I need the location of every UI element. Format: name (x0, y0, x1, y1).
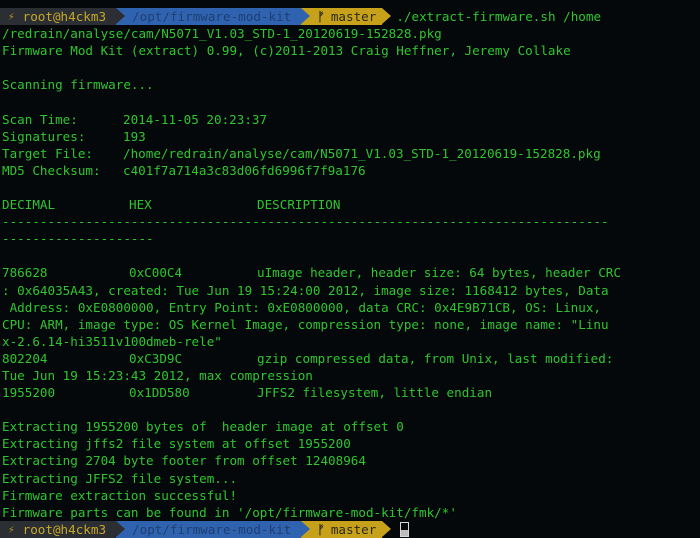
scanning-line: Scanning firmware... (2, 77, 154, 93)
scan-info-key: MD5 Checksum: (2, 162, 101, 178)
extract-line: Extracting jffs2 file system at offset 1… (2, 436, 351, 452)
segment-arrow-icon (116, 520, 126, 537)
scan-info-row: Target File: /home/redrain/analyse/cam/N5… (2, 145, 700, 162)
banner-line: Firmware Mod Kit (extract) 0.99, (c)2011… (2, 43, 571, 59)
prompt-user-segment: ⚡ root@h4ckm3 (0, 520, 126, 538)
row-wrap-line: : 0x64035A43, created: Tue Jun 19 15:24:… (2, 282, 609, 298)
row-description: gzip compressed data, from Unix, last mo… (257, 350, 614, 366)
row-wrap-line: Address: 0xE0800000, Entry Point: 0xE080… (2, 299, 601, 315)
segment-arrow-icon (382, 8, 392, 25)
prompt-cwd: /opt/firmware-mod-kit (132, 9, 292, 24)
header-description: DESCRIPTION (257, 197, 341, 213)
extract-line: Firmware extraction successful! (2, 487, 238, 503)
table-row: 802204 0xC3D9C gzip compressed data, from … (2, 350, 700, 367)
scan-info-value: /home/redrain/analyse/cam/N5071_V1.03_ST… (123, 145, 601, 161)
extract-line: Extracting 2704 byte footer from offset … (2, 453, 366, 469)
row-wrap-line: CPU: ARM, image type: OS Kernel Image, c… (2, 316, 609, 332)
scan-info-key: Signatures: (2, 128, 86, 144)
row-hex: 0x1DD580 (129, 385, 190, 401)
extract-line: Firmware parts can be found in '/opt/fir… (2, 504, 457, 520)
row-description: JFFS2 filesystem, little endian (257, 385, 493, 401)
prompt-cwd: /opt/firmware-mod-kit (132, 521, 292, 537)
scan-info-row: Scan Time: 2014-11-05 20:23:37 (2, 111, 700, 128)
row-wrap-line: x-2.6.14-hi3511v100dmeb-rele" (2, 333, 222, 349)
bolt-icon: ⚡ (8, 522, 15, 536)
terminal-cursor[interactable] (400, 521, 410, 537)
row-hex: 0xC00C4 (129, 265, 183, 281)
row-description: uImage header, header size: 64 bytes, he… (257, 265, 621, 281)
scan-info-row: MD5 Checksum: c401f7a714a3c83d06fd6996f7f… (2, 162, 700, 179)
prompt-branch: master (330, 9, 377, 24)
prompt-branch: master (330, 521, 377, 537)
git-branch-icon: ᚠ (317, 9, 325, 24)
scan-info-value: c401f7a714a3c83d06fd6996f7f9a176 (123, 162, 366, 178)
extract-line: Extracting 1955200 bytes of header image… (2, 419, 404, 435)
row-decimal: 802204 (2, 350, 48, 366)
table-header-row: DECIMAL HEX DESCRIPTION (2, 196, 700, 213)
scan-info-value: 193 (123, 128, 146, 144)
scan-info-value: 2014-11-05 20:23:37 (123, 111, 268, 127)
prompt-user-segment: ⚡ root@h4ckm3 (0, 8, 126, 26)
command-wrap-line: /redrain/analyse/cam/N5071_V1.03_STD-1_2… (2, 26, 442, 42)
segment-arrow-icon (116, 8, 126, 25)
table-row: 786628 0xC00C4 uImage header, header size:… (2, 264, 700, 281)
scan-info-key: Target File: (2, 145, 93, 161)
separator-line: ----------------------------------------… (2, 214, 609, 230)
prompt-git-segment: ᚠ master (301, 8, 392, 26)
row-decimal: 786628 (2, 265, 48, 281)
prompt-line-bottom: ⚡ root@h4ckm3 /opt/firmware-mod-kit ᚠ ma… (0, 520, 700, 538)
segment-arrow-icon (301, 520, 311, 537)
prompt-user-host: root@h4ckm3 (22, 521, 107, 537)
header-hex: HEX (129, 197, 152, 213)
segment-arrow-icon (382, 520, 392, 537)
prompt-user-host: root@h4ckm3 (22, 9, 107, 24)
row-hex: 0xC3D9C (129, 350, 183, 366)
row-decimal: 1955200 (2, 385, 56, 401)
prompt-path-segment: /opt/firmware-mod-kit (116, 520, 311, 538)
command-text: ./extract-firmware.sh /home (396, 9, 602, 24)
scan-info-row: Signatures: 193 (2, 128, 700, 145)
terminal-window[interactable]: ⚡ root@h4ckm3 /opt/firmware-mod-kit ᚠ ma… (0, 8, 700, 538)
table-row: 1955200 0x1DD580 JFFS2 filesystem, little … (2, 384, 700, 401)
segment-arrow-icon (301, 8, 311, 25)
header-decimal: DECIMAL (2, 197, 56, 213)
prompt-git-segment: ᚠ master (301, 520, 392, 538)
extract-line: Extracting JFFS2 file system... (2, 470, 238, 486)
separator-line: -------------------- (2, 231, 154, 247)
git-branch-icon: ᚠ (317, 521, 325, 537)
scan-info-key: Scan Time: (2, 111, 78, 127)
prompt-path-segment: /opt/firmware-mod-kit (116, 8, 311, 26)
row-wrap-line: Tue Jun 19 15:23:43 2012, max compressio… (2, 367, 313, 383)
bolt-icon: ⚡ (8, 10, 15, 23)
prompt-line-top: ⚡ root@h4ckm3 /opt/firmware-mod-kit ᚠ ma… (0, 8, 700, 26)
